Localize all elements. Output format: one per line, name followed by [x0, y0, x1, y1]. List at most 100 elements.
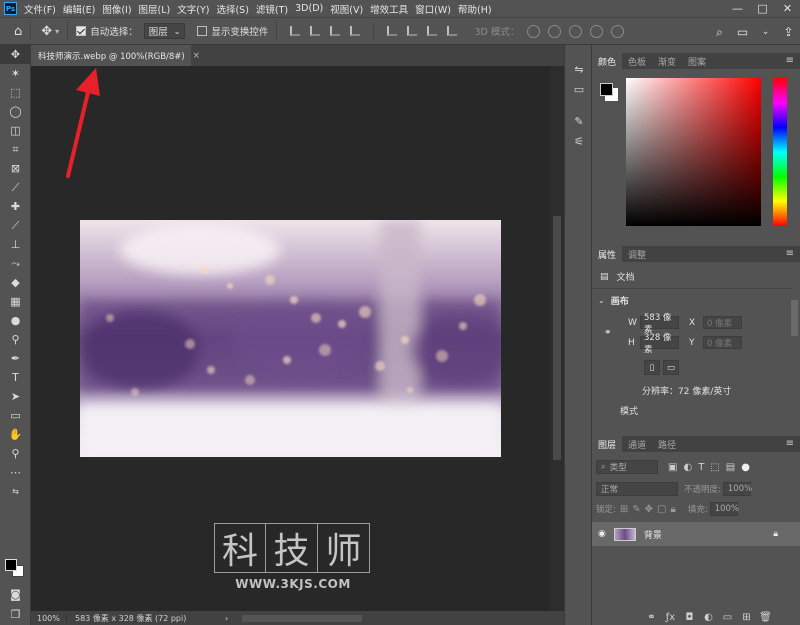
blur-tool-icon[interactable]: ● — [0, 311, 31, 330]
more-tools-icon[interactable]: ⋯ — [0, 463, 31, 482]
eye-icon[interactable]: ◉ — [598, 529, 606, 539]
align-center-icon[interactable] — [310, 26, 321, 36]
status-menu-arrow[interactable]: › — [225, 614, 228, 623]
brush-panel-icon[interactable]: ✎ — [565, 111, 593, 131]
fill-field[interactable]: 100% — [709, 502, 739, 516]
chevron-down-icon[interactable]: ▾ — [55, 27, 59, 36]
tab-paths[interactable]: 路径 — [652, 436, 682, 452]
3d-scale-icon[interactable] — [611, 24, 625, 38]
stamp-tool-icon[interactable]: ⊥ — [0, 235, 31, 254]
chevron-down-icon[interactable]: ⌄ — [754, 27, 777, 37]
lasso-tool-icon[interactable]: ◯ — [0, 102, 31, 121]
menu-select[interactable]: 选择(S) — [216, 2, 248, 16]
menu-help[interactable]: 帮助(H) — [458, 2, 492, 16]
opacity-field[interactable]: 100% — [722, 482, 752, 496]
layer-row-background[interactable]: ◉ 背景 🔒︎ — [592, 522, 800, 546]
rectangle-tool-icon[interactable]: ▭ — [0, 406, 31, 425]
type-tool-icon[interactable]: T — [0, 368, 31, 387]
menu-3d[interactable]: 3D(D) — [295, 3, 323, 14]
comments-panel-icon[interactable]: ▭ — [565, 79, 593, 99]
blend-mode-dropdown[interactable]: 正常 — [596, 482, 678, 496]
maximize-button[interactable]: □ — [750, 0, 775, 17]
y-field[interactable]: 0 像素 — [703, 336, 742, 349]
tab-swatches[interactable]: 色板 — [622, 53, 652, 69]
hue-slider[interactable] — [773, 78, 787, 226]
tab-patterns[interactable]: 图案 — [682, 53, 712, 69]
filter-pixel-icon[interactable]: ▣ — [668, 462, 677, 473]
hand-tool-icon[interactable]: ✋ — [0, 425, 31, 444]
move-tool-icon[interactable]: ✥ — [41, 24, 52, 39]
align-top-icon[interactable] — [387, 26, 398, 36]
history-brush-icon[interactable]: ⤳ — [0, 254, 31, 273]
panel-menu-icon[interactable]: ≡ — [786, 248, 794, 259]
canvas-section-header[interactable]: ⌄ 画布 — [598, 294, 629, 307]
color-picker-field[interactable] — [626, 78, 761, 226]
workspace-icon[interactable]: ▭ — [731, 25, 754, 39]
vertical-scrollbar[interactable] — [550, 66, 564, 611]
new-layer-icon[interactable]: ⊞ — [737, 612, 756, 623]
trash-icon[interactable]: 🗑︎ — [756, 612, 775, 623]
menu-type[interactable]: 文字(Y) — [177, 2, 209, 16]
horizontal-scrollbar[interactable] — [242, 614, 363, 622]
document-tab[interactable]: 科技师演示.webp @ 100%(RGB/8#) × — [31, 45, 200, 66]
align-left-icon[interactable] — [290, 26, 301, 36]
link-icon[interactable]: ⚭ — [604, 328, 612, 338]
x-field[interactable]: 0 像素 — [703, 316, 742, 329]
menu-filter[interactable]: 滤镜(T) — [256, 2, 288, 16]
filter-smart-icon[interactable]: ▤ — [726, 462, 735, 473]
lock-all-icon[interactable]: 🔒︎ — [671, 504, 676, 515]
tab-channels[interactable]: 通道 — [622, 436, 652, 452]
height-field[interactable]: 328 像素 — [640, 333, 679, 355]
zoom-tool-icon[interactable]: ⚲ — [0, 444, 31, 463]
align-middle-icon[interactable] — [407, 26, 418, 36]
history-panel-icon[interactable]: ⇋ — [565, 59, 593, 79]
marquee-tool-icon[interactable]: ⬚ — [0, 83, 31, 102]
menu-view[interactable]: 视图(V) — [330, 2, 363, 16]
lock-pixels-icon[interactable]: ⊞ — [620, 504, 628, 515]
auto-select-checkbox[interactable] — [76, 26, 87, 36]
layer-select-dropdown[interactable]: 图层 ⌄ — [143, 23, 186, 39]
adjust-panel-icon[interactable]: ⚟ — [565, 131, 593, 151]
panel-menu-icon[interactable]: ≡ — [786, 55, 794, 66]
magic-wand-icon[interactable]: ✶ — [0, 64, 31, 83]
properties-scrollbar[interactable] — [791, 300, 798, 336]
screen-mode-icon[interactable]: ❐ — [0, 605, 31, 624]
menu-layer[interactable]: 图层(L) — [139, 2, 171, 16]
minimize-button[interactable]: — — [725, 0, 750, 17]
tab-layers[interactable]: 图层 — [592, 436, 623, 452]
lock-paint-icon[interactable]: ✎ — [632, 504, 640, 515]
brush-tool-icon[interactable]: ⟋ — [0, 216, 31, 235]
path-select-icon[interactable]: ➤ — [0, 387, 31, 406]
filter-type-icon[interactable]: T — [698, 462, 704, 473]
more-align-icon[interactable] — [447, 26, 458, 36]
eyedropper-icon[interactable]: ⟋ — [0, 178, 31, 197]
lock-position-icon[interactable]: ✥ — [645, 504, 653, 515]
filter-adjust-icon[interactable]: ◐ — [683, 462, 692, 473]
crop-tool-icon[interactable]: ⌗ — [0, 140, 31, 159]
close-tab-icon[interactable]: × — [193, 51, 200, 61]
gradient-tool-icon[interactable]: ▦ — [0, 292, 31, 311]
frame-tool-icon[interactable]: ⊠ — [0, 159, 31, 178]
distribute-icon[interactable] — [350, 26, 361, 36]
width-field[interactable]: 583 像素 — [640, 313, 679, 335]
align-bottom-icon[interactable] — [427, 26, 438, 36]
panel-menu-icon[interactable]: ≡ — [786, 438, 794, 449]
eraser-tool-icon[interactable]: ◆ — [0, 273, 31, 292]
menu-file[interactable]: 文件(F) — [24, 2, 56, 16]
3d-roll-icon[interactable] — [548, 24, 562, 38]
tab-properties[interactable]: 属性 — [592, 246, 623, 262]
lock-artboard-icon[interactable]: ▢ — [657, 504, 666, 515]
add-mask-icon[interactable]: ◘ — [680, 612, 699, 623]
menu-plugins[interactable]: 增效工具 — [370, 2, 408, 16]
foreground-color-swatch[interactable] — [5, 559, 17, 571]
3d-pan-icon[interactable] — [569, 24, 583, 38]
portrait-icon[interactable]: ▯ — [644, 360, 660, 375]
group-icon[interactable]: ▭ — [718, 612, 737, 623]
tab-adjustments[interactable]: 调整 — [622, 246, 652, 262]
swap-colors-icon[interactable]: ⇆ — [0, 482, 31, 501]
show-transform-checkbox[interactable] — [197, 26, 208, 36]
search-icon[interactable]: ⌕ — [708, 25, 731, 40]
tab-gradients[interactable]: 渐变 — [652, 53, 682, 69]
scrollbar-thumb[interactable] — [553, 216, 561, 460]
menu-window[interactable]: 窗口(W) — [415, 2, 451, 16]
